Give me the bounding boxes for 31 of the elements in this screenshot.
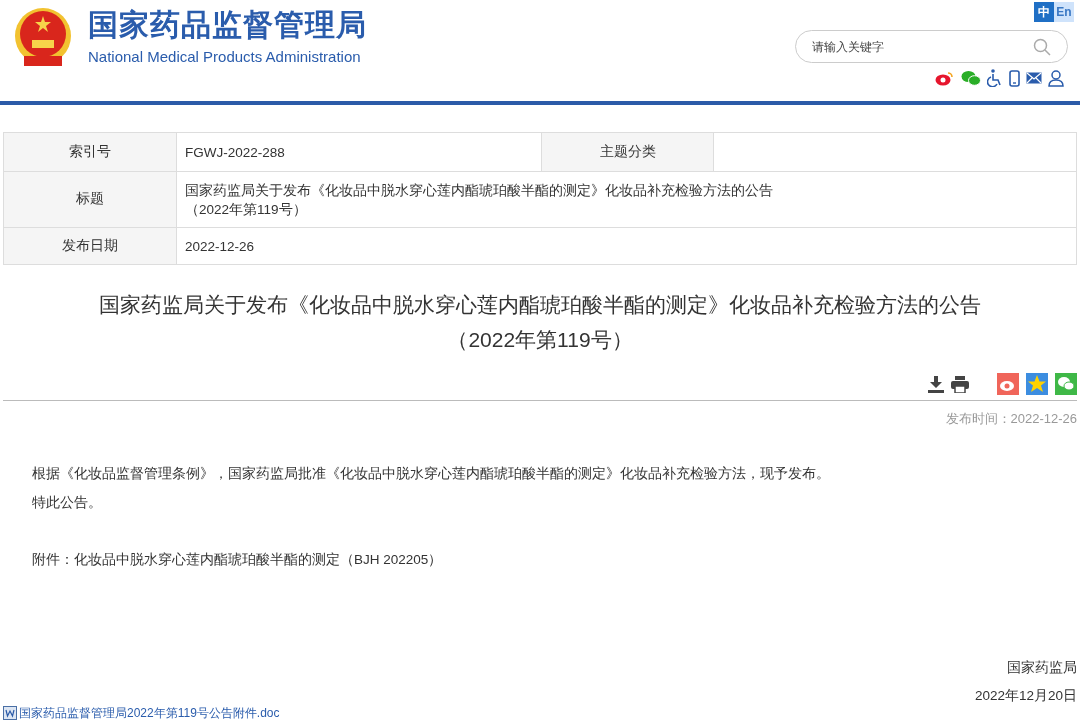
article-title: （2022年第119号） — [447, 327, 633, 353]
user-icon[interactable] — [1048, 69, 1064, 87]
site-title: 国家药品监督管理局 — [88, 7, 367, 43]
chat-icon[interactable] — [961, 70, 981, 86]
attachment-note: 附件：化妆品中脱水穿心莲内酯琥珀酸半酯的测定（BJH 202205） — [32, 550, 444, 569]
field-label: 索引号 — [4, 133, 176, 171]
mobile-icon[interactable] — [1009, 69, 1020, 87]
signature: 国家药监局 — [1007, 658, 1077, 677]
emblem-icon — [12, 6, 74, 68]
paragraph: 根据《化妆品监督管理条例》，国家药监局批准《化妆品中脱水穿心莲内酯琥珀酸半酯的测定》化妆品补充检验方法，现予发布。 — [32, 464, 831, 483]
accessibility-icon[interactable] — [987, 69, 1003, 87]
star-share-icon[interactable] — [1026, 373, 1048, 395]
chat-share-icon[interactable] — [1055, 373, 1077, 395]
field-label: 发布日期 — [4, 228, 176, 264]
signed-date: 2022年12月20日 — [974, 686, 1077, 705]
paragraph: 特此公告。 — [32, 493, 103, 512]
site-subtitle: National Medical Products Administration — [88, 48, 362, 66]
publish-time: 发布时间：2022-12-26 — [945, 410, 1077, 428]
field-label: 主题分类 — [541, 133, 713, 171]
search-input[interactable]: 请输入关键字 — [812, 37, 1012, 56]
weibo-share-icon[interactable] — [997, 373, 1019, 395]
document-icon — [3, 705, 17, 720]
language-button[interactable]: En — [1054, 2, 1074, 22]
field-label: 标题 — [4, 172, 176, 227]
print-icon[interactable] — [951, 375, 969, 393]
language-button[interactable]: 中 — [1034, 2, 1054, 22]
attachment-link[interactable]: 国家药品监督管理局2022年第119号公告附件.doc — [19, 703, 280, 720]
mail-icon[interactable] — [1026, 72, 1042, 84]
download-icon[interactable] — [928, 375, 944, 393]
weibo-icon[interactable] — [935, 70, 955, 86]
article-title: 国家药监局关于发布《化妆品中脱水穿心莲内酯琥珀酸半酯的测定》化妆品补充检验方法的公告 — [99, 292, 981, 318]
